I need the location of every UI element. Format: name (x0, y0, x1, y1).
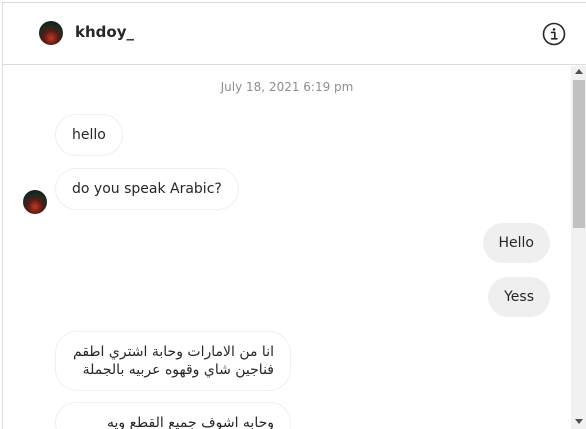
chat-header: khdoy_ (3, 3, 586, 65)
scroll-up-arrow-icon[interactable] (575, 69, 583, 74)
incoming-message[interactable]: hello (55, 114, 123, 156)
incoming-message[interactable]: وحابه اشوف جميع القطع ويه (55, 402, 291, 429)
incoming-message[interactable]: do you speak Arabic? (55, 168, 239, 210)
message-list: July 18, 2021 6:19 pm hello do you speak… (3, 66, 571, 429)
scrollbar-thumb[interactable] (573, 80, 585, 228)
incoming-message[interactable]: انا من الامارات وحابة اشتري اطقم فناجين … (55, 331, 291, 391)
outgoing-message[interactable]: Yess (488, 277, 550, 317)
scrollbar[interactable] (571, 66, 586, 429)
avatar[interactable] (39, 21, 63, 45)
message-timestamp: July 18, 2021 6:19 pm (220, 80, 354, 94)
scroll-down-arrow-icon[interactable] (575, 419, 583, 424)
chat-window: khdoy_ July 18, 2021 6:19 pm hello do yo… (2, 2, 586, 429)
info-icon[interactable] (542, 22, 566, 46)
outgoing-message[interactable]: Hello (482, 223, 550, 263)
sender-avatar[interactable] (23, 190, 47, 214)
chat-username[interactable]: khdoy_ (75, 23, 134, 41)
